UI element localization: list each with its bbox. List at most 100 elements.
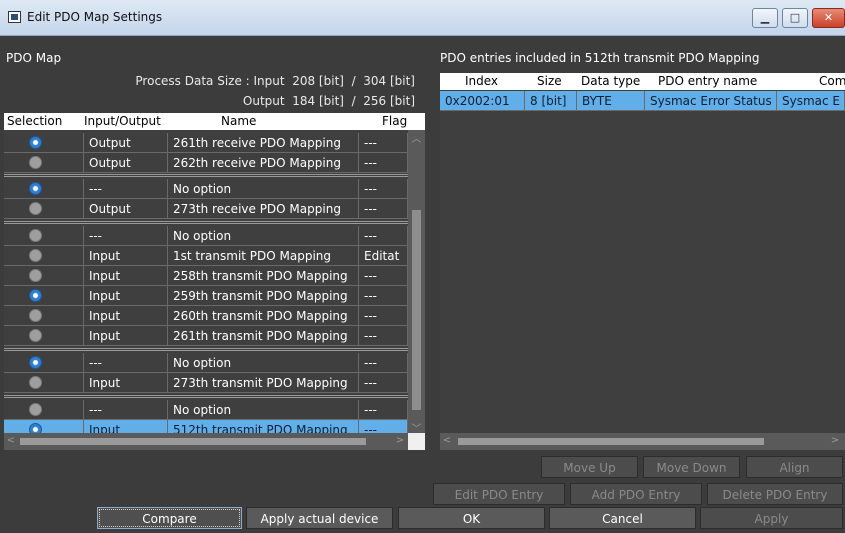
col-comment[interactable]: Com: [819, 74, 845, 88]
io-cell: Input: [84, 286, 168, 306]
process-data-output: Output 184 [bit] / 256 [bit]: [242, 94, 415, 108]
scroll-left-icon[interactable]: <: [440, 435, 454, 446]
col-size[interactable]: Size: [537, 74, 562, 88]
name-cell: 261th receive PDO Mapping: [168, 133, 359, 153]
radio-unselected-icon[interactable]: [29, 309, 42, 322]
io-cell: Input: [84, 246, 168, 266]
selection-cell: [4, 400, 84, 420]
maximize-icon[interactable]: □: [782, 8, 808, 28]
pdo-entries-header: Index Size Data type PDO entry name Com: [440, 73, 845, 90]
apply-actual-device-button[interactable]: Apply actual device: [246, 507, 393, 529]
flag-cell: ---: [359, 400, 408, 420]
radio-unselected-icon[interactable]: [29, 403, 42, 416]
radio-unselected-icon[interactable]: [29, 202, 42, 215]
io-cell: ---: [84, 353, 168, 373]
pdo-map-table: Selection Input/Output Name Flag Output 2…: [4, 113, 425, 450]
pdo-entries-hscroll[interactable]: < >: [440, 433, 845, 450]
pdo-map-row[interactable]: Output 273th receive PDO Mapping ---: [4, 199, 425, 219]
cancel-button[interactable]: Cancel: [549, 507, 696, 529]
name-cell: No option: [168, 400, 359, 420]
entry-name: Sysmac Error Status: [645, 91, 777, 111]
compare-button[interactable]: Compare: [97, 507, 242, 529]
flag-cell: ---: [359, 179, 408, 199]
selection-cell: [4, 353, 84, 373]
move-down-button[interactable]: Move Down: [643, 456, 740, 478]
col-data-type[interactable]: Data type: [581, 74, 640, 88]
edit-pdo-entry-button[interactable]: Edit PDO Entry: [433, 483, 565, 505]
pdo-map-row[interactable]: --- No option ---: [4, 179, 425, 199]
radio-unselected-icon[interactable]: [29, 156, 42, 169]
name-cell: 273th transmit PDO Mapping: [168, 373, 359, 393]
pdo-map-hscroll-thumb[interactable]: [20, 438, 366, 445]
pdo-map-row[interactable]: Input 260th transmit PDO Mapping ---: [4, 306, 425, 326]
ok-button[interactable]: OK: [398, 507, 545, 529]
selection-cell: [4, 326, 84, 346]
move-up-button[interactable]: Move Up: [541, 456, 638, 478]
flag-cell: ---: [359, 266, 408, 286]
app-icon: [8, 11, 21, 23]
scroll-up-icon[interactable]: ︿: [408, 130, 425, 145]
radio-unselected-icon[interactable]: [29, 376, 42, 389]
col-input-output[interactable]: Input/Output: [84, 114, 168, 128]
io-cell: Input: [84, 266, 168, 286]
pdo-map-vscroll-thumb[interactable]: [412, 210, 421, 410]
pdo-map-row[interactable]: Input 261th transmit PDO Mapping ---: [4, 326, 425, 346]
selection-cell: [4, 286, 84, 306]
io-cell: Output: [84, 199, 168, 219]
pdo-map-row[interactable]: Output 262th receive PDO Mapping ---: [4, 153, 425, 173]
add-pdo-entry-button[interactable]: Add PDO Entry: [570, 483, 702, 505]
radio-unselected-icon[interactable]: [29, 229, 42, 242]
selection-cell: [4, 306, 84, 326]
name-cell: 261th transmit PDO Mapping: [168, 326, 359, 346]
pdo-map-row[interactable]: Input 273th transmit PDO Mapping ---: [4, 373, 425, 393]
group-separator: [4, 221, 425, 224]
window-title: Edit PDO Map Settings: [27, 10, 163, 24]
pdo-map-hscroll[interactable]: < >: [4, 433, 408, 450]
io-cell: Input: [84, 326, 168, 346]
col-index[interactable]: Index: [465, 74, 498, 88]
selection-cell: [4, 226, 84, 246]
pdo-map-row[interactable]: Input 259th transmit PDO Mapping ---: [4, 286, 425, 306]
io-cell: ---: [84, 179, 168, 199]
radio-selected-icon[interactable]: [29, 289, 42, 302]
scroll-corner: [408, 433, 425, 450]
col-selection[interactable]: Selection: [7, 114, 79, 128]
flag-cell: ---: [359, 226, 408, 246]
name-cell: 273th receive PDO Mapping: [168, 199, 359, 219]
io-cell: Input: [84, 306, 168, 326]
align-button[interactable]: Align: [746, 456, 843, 478]
title-bar: Edit PDO Map Settings ▁ □ ✕: [0, 0, 845, 36]
name-cell: No option: [168, 226, 359, 246]
pdo-map-row[interactable]: --- No option ---: [4, 353, 425, 373]
col-name[interactable]: Name: [221, 114, 256, 128]
scroll-left-icon[interactable]: <: [4, 435, 18, 446]
close-icon[interactable]: ✕: [812, 8, 845, 28]
pdo-map-row[interactable]: Output 261th receive PDO Mapping ---: [4, 133, 425, 153]
radio-unselected-icon[interactable]: [29, 269, 42, 282]
flag-cell: Editat: [359, 246, 408, 266]
scroll-right-icon[interactable]: >: [393, 435, 407, 446]
radio-unselected-icon[interactable]: [29, 329, 42, 342]
radio-selected-icon[interactable]: [29, 356, 42, 369]
group-separator: [4, 395, 425, 398]
pdo-map-row[interactable]: --- No option ---: [4, 400, 425, 420]
flag-cell: ---: [359, 373, 408, 393]
pdo-map-row[interactable]: Input 1st transmit PDO Mapping Editat: [4, 246, 425, 266]
radio-unselected-icon[interactable]: [29, 249, 42, 262]
radio-selected-icon[interactable]: [29, 136, 42, 149]
minimize-icon[interactable]: ▁: [752, 8, 778, 28]
name-cell: 262th receive PDO Mapping: [168, 153, 359, 173]
pdo-map-title: PDO Map: [6, 51, 62, 65]
radio-selected-icon[interactable]: [29, 182, 42, 195]
col-flag[interactable]: Flag: [382, 114, 407, 128]
pdo-entries-hscroll-thumb[interactable]: [458, 438, 764, 445]
name-cell: No option: [168, 179, 359, 199]
pdo-map-vscroll[interactable]: ︿ ﹀: [408, 130, 425, 435]
apply-button[interactable]: Apply: [700, 507, 843, 529]
scroll-right-icon[interactable]: >: [828, 435, 842, 446]
delete-pdo-entry-button[interactable]: Delete PDO Entry: [707, 483, 843, 505]
pdo-map-row[interactable]: --- No option ---: [4, 226, 425, 246]
pdo-entry-row[interactable]: 0x2002:01 8 [bit] BYTE Sysmac Error Stat…: [440, 91, 845, 111]
pdo-map-row[interactable]: Input 258th transmit PDO Mapping ---: [4, 266, 425, 286]
col-pdo-entry-name[interactable]: PDO entry name: [658, 74, 757, 88]
